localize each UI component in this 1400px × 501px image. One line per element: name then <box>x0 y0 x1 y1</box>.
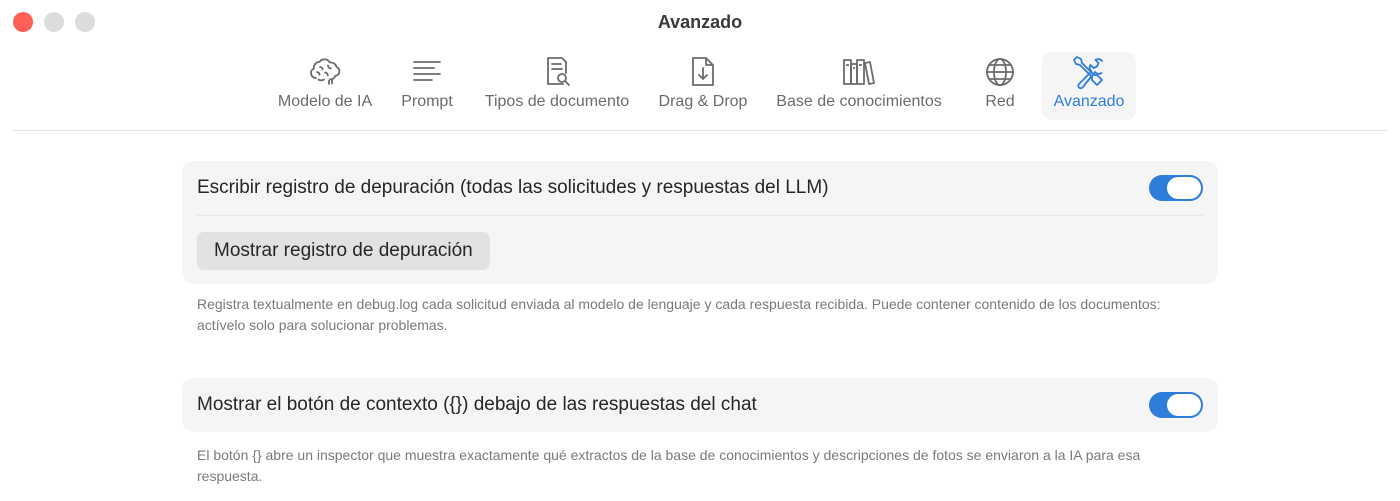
books-icon <box>841 52 877 92</box>
tab-label: Avanzado <box>1053 93 1125 110</box>
context-button-description: El botón {} abre un inspector que muestr… <box>197 447 1141 484</box>
tab-red[interactable]: Red <box>972 52 1028 120</box>
tab-modelo-de-ia[interactable]: Modelo de IA <box>272 52 378 120</box>
debug-log-toggle[interactable] <box>1149 175 1203 201</box>
context-button-label: Mostrar el botón de contexto ({}) debajo… <box>197 394 757 415</box>
document-search-icon <box>539 52 575 92</box>
tab-label: Drag & Drop <box>658 93 748 110</box>
toggle-knob <box>1167 394 1201 416</box>
tab-label: Red <box>985 93 1015 110</box>
tab-label: Tipos de documento <box>484 93 630 110</box>
tab-label: Prompt <box>401 93 453 110</box>
context-button-toggle[interactable] <box>1149 392 1203 418</box>
tab-label: Base de conocimientos <box>776 93 942 110</box>
toggle-knob <box>1167 177 1201 199</box>
tab-base-de-conocimientos[interactable]: Base de conocimientos <box>767 52 951 120</box>
preferences-window: Avanzado Modelo de IA Prompt Tipos de do… <box>0 0 1400 501</box>
tab-tipos-de-documento[interactable]: Tipos de documento <box>476 52 638 120</box>
toolbar-divider <box>12 130 1388 131</box>
globe-icon <box>982 52 1018 92</box>
section-separator <box>197 215 1203 216</box>
show-debug-log-button[interactable]: Mostrar registro de depuración <box>197 232 490 270</box>
tools-icon <box>1071 52 1107 92</box>
tab-prompt[interactable]: Prompt <box>396 52 458 120</box>
preferences-toolbar: Modelo de IA Prompt Tipos de documento D… <box>0 52 1400 124</box>
context-button-section: Mostrar el botón de contexto ({}) debajo… <box>182 378 1218 432</box>
brain-icon <box>307 52 343 92</box>
tab-drag-and-drop[interactable]: Drag & Drop <box>652 52 754 120</box>
text-lines-icon <box>409 52 445 92</box>
tab-label: Modelo de IA <box>277 93 373 110</box>
window-title: Avanzado <box>657 12 743 32</box>
document-download-icon <box>685 52 721 92</box>
tab-avanzado[interactable]: Avanzado <box>1042 52 1136 120</box>
debug-log-section: Escribir registro de depuración (todas l… <box>182 161 1218 284</box>
debug-log-description: Registra textualmente en debug.log cada … <box>197 296 1161 333</box>
debug-log-label: Escribir registro de depuración (todas l… <box>197 177 829 198</box>
debug-log-row: Escribir registro de depuración (todas l… <box>182 161 1218 215</box>
context-button-row: Mostrar el botón de contexto ({}) debajo… <box>182 378 1218 432</box>
